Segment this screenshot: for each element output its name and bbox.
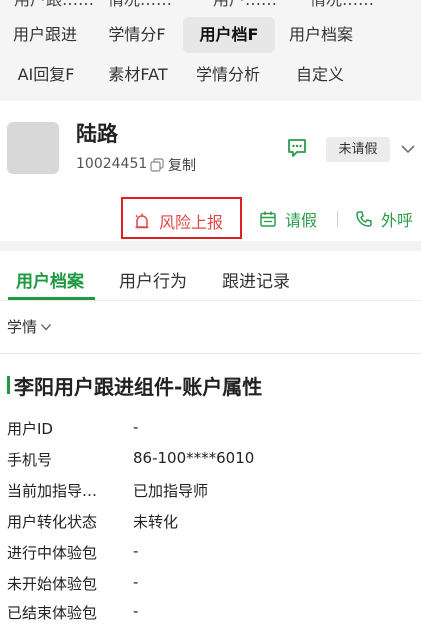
top-tabs-row-2: AI回复F 素材FAT 学情分析 自定义: [0, 57, 421, 93]
profile-card: 陆路 10024451 复制 未请假 风险上报 请假 外呼: [0, 101, 421, 241]
top-tabs-row-1: 用户跟进 学情分F 用户档F 用户档案: [0, 17, 421, 53]
top-tab-user-profile-f-active[interactable]: 用户档F: [183, 17, 275, 53]
top-tab-cut-4[interactable]: 情况……: [310, 0, 374, 10]
field-row: 未开始体验包 -: [0, 573, 421, 601]
sub-tab-bar: 用户档案 用户行为 跟进记录: [0, 251, 421, 301]
section-gap: [0, 241, 421, 251]
top-tab-cut-3[interactable]: 用户……: [213, 0, 277, 10]
top-tab-panel: 用户跟…… 情况…… 用户…… 情况…… 用户跟进 学情分F 用户档F 用户档案…: [0, 0, 421, 101]
field-value: -: [133, 542, 139, 560]
field-label: 手机号: [7, 451, 53, 469]
alarm-icon: [135, 213, 149, 229]
top-tab-study-analysis[interactable]: 学情分析: [190, 57, 266, 93]
divider: [0, 353, 421, 354]
top-tab-material-fat[interactable]: 素材FAT: [100, 57, 176, 93]
risk-report-button[interactable]: 风险上报: [121, 197, 242, 239]
field-row: 手机号 86-100****6010: [0, 449, 421, 477]
field-value: -: [133, 602, 139, 620]
outbound-call-label: 外呼: [381, 211, 414, 230]
field-value: 已加指导师: [133, 482, 209, 500]
tab-user-behavior[interactable]: 用户行为: [119, 267, 187, 292]
top-tab-user-profile[interactable]: 用户档案: [281, 17, 361, 53]
field-label: 未开始体验包: [7, 575, 98, 593]
top-tab-user-followup[interactable]: 用户跟进: [6, 17, 84, 53]
chevron-down-icon: [41, 323, 51, 330]
top-tab-cut-1[interactable]: 用户跟……: [14, 0, 94, 10]
active-tab-indicator: [8, 297, 95, 300]
tab-followup-records[interactable]: 跟进记录: [222, 267, 290, 292]
avatar: [7, 122, 59, 174]
field-row: 用户ID -: [0, 418, 421, 446]
top-tab-study-analysis-f[interactable]: 学情分F: [97, 17, 177, 53]
field-label: 用户转化状态: [7, 513, 98, 531]
section-accent-bar: [7, 376, 10, 394]
leave-label: 请假: [285, 211, 318, 230]
study-filter-label: 学情: [7, 318, 38, 336]
study-filter-dropdown[interactable]: 学情: [7, 316, 52, 337]
user-id: 10024451: [76, 156, 148, 172]
field-value: -: [133, 573, 139, 591]
tab-user-profile[interactable]: 用户档案: [16, 267, 84, 292]
field-label: 当前加指导…: [7, 482, 98, 500]
field-label: 用户ID: [7, 420, 53, 438]
risk-report-label: 风险上报: [159, 213, 224, 232]
field-label: 进行中体验包: [7, 544, 98, 562]
chat-icon[interactable]: [286, 137, 308, 159]
top-tab-custom[interactable]: 自定义: [288, 57, 352, 93]
field-label: 已结束体验包: [7, 604, 98, 622]
section-title: 李阳用户跟进组件-账户属性: [14, 375, 263, 399]
field-row: 进行中体验包 -: [0, 542, 421, 570]
copy-label: 复制: [168, 158, 196, 174]
field-value: 86-100****6010: [133, 449, 255, 467]
leave-status-badge: 未请假: [326, 137, 390, 162]
field-value: 未转化: [133, 513, 179, 531]
top-tabs-cut-row: 用户跟…… 情况…… 用户…… 情况……: [0, 0, 421, 9]
copy-button[interactable]: 复制: [150, 154, 196, 176]
field-value: -: [133, 418, 139, 436]
field-row: 已结束体验包 -: [0, 602, 421, 630]
top-tab-cut-2[interactable]: 情况……: [108, 0, 172, 10]
leave-button[interactable]: 请假: [259, 207, 317, 231]
top-tab-ai-reply-f[interactable]: AI回复F: [10, 57, 82, 93]
chevron-down-icon[interactable]: [400, 141, 416, 157]
field-row: 用户转化状态 未转化: [0, 511, 421, 539]
copy-icon: [150, 158, 164, 172]
outbound-call-button[interactable]: 外呼: [355, 207, 413, 231]
calendar-icon: [260, 211, 276, 227]
phone-icon: [356, 211, 372, 227]
action-divider: [337, 211, 338, 227]
user-name: 陆路: [76, 122, 118, 146]
field-row: 当前加指导… 已加指导师: [0, 480, 421, 508]
